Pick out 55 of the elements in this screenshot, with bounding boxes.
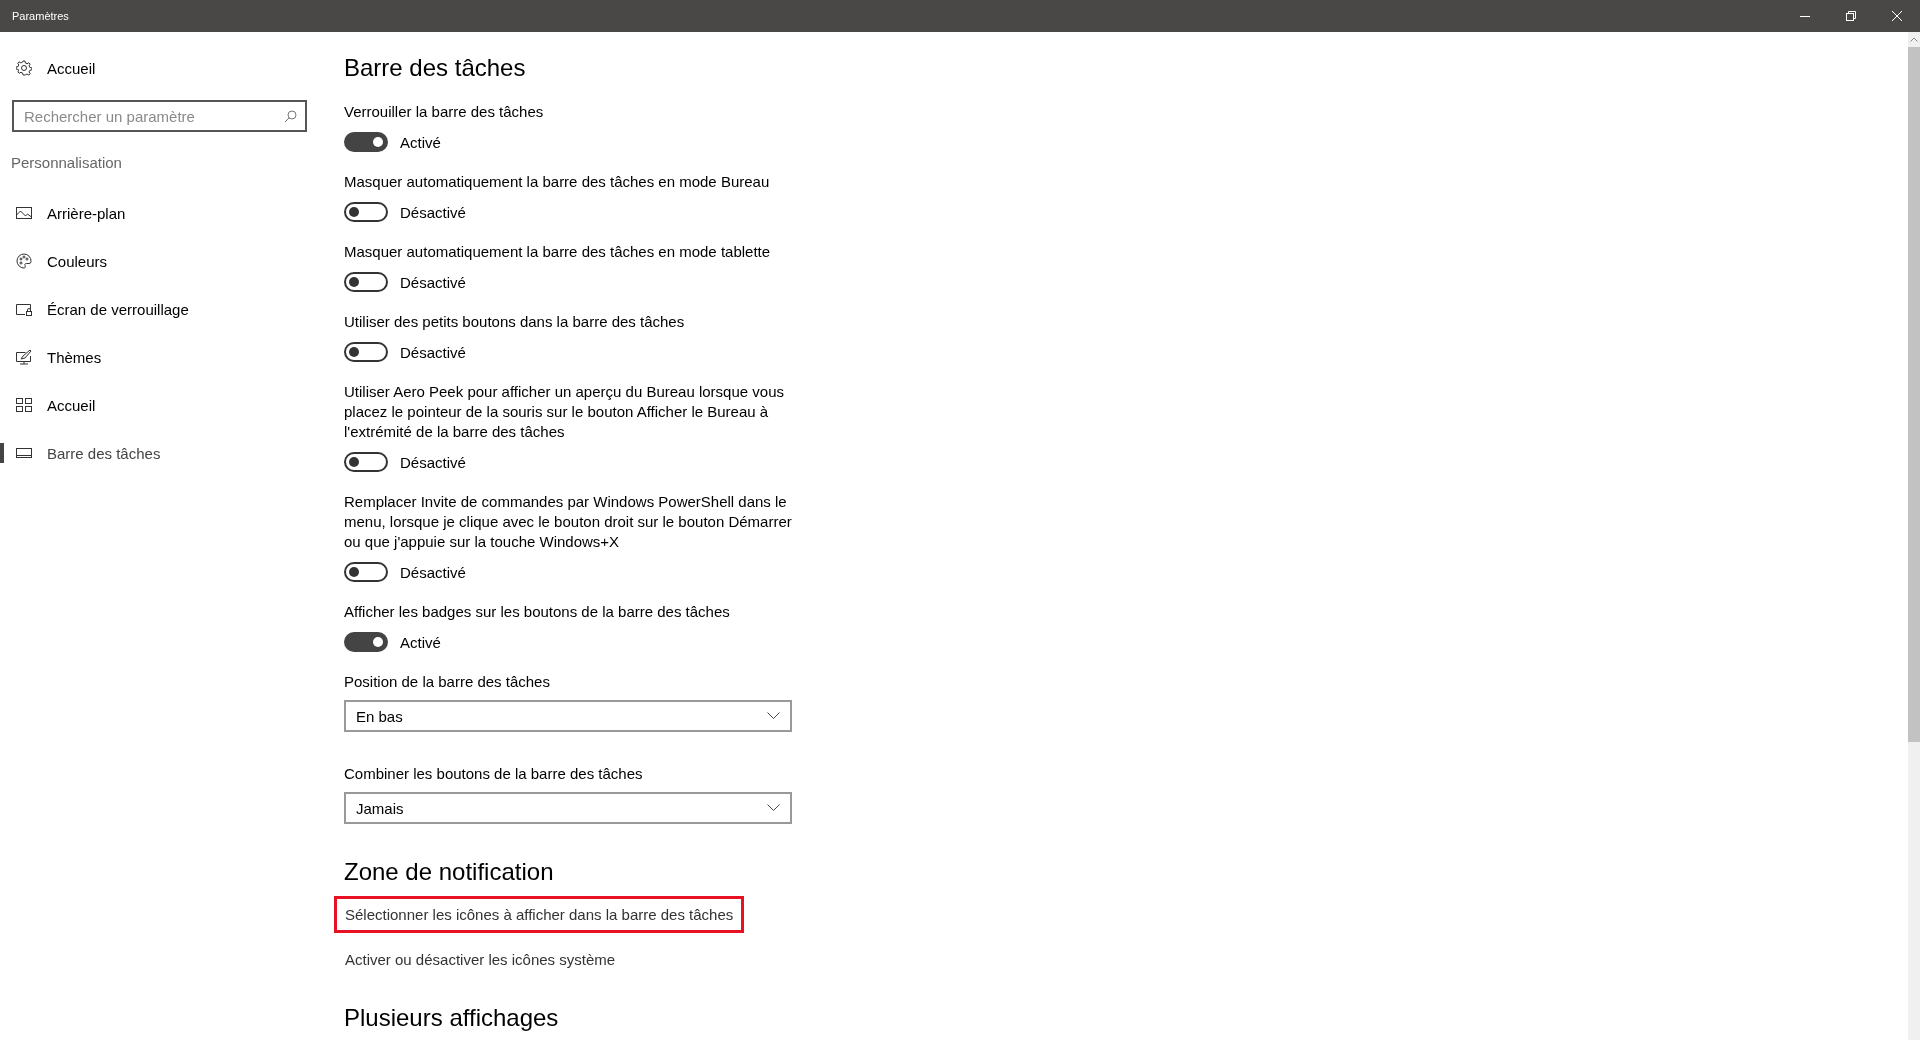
settings-link[interactable]: Activer ou désactiver les icônes système xyxy=(334,941,627,978)
sidebar-item[interactable]: Arrière-plan xyxy=(0,193,320,233)
picture-icon xyxy=(16,205,32,221)
window-title: Paramètres xyxy=(12,10,69,22)
toggle-switch[interactable] xyxy=(344,272,388,292)
toggle-state: Désactivé xyxy=(400,273,466,291)
taskbar-icon xyxy=(16,445,32,461)
sidebar-item[interactable]: Accueil xyxy=(0,385,320,425)
section-heading: Personnalisation xyxy=(11,154,123,173)
toggle-state: Activé xyxy=(400,133,441,151)
sidebar-item[interactable]: Thèmes xyxy=(0,337,320,377)
section-title: Zone de notification xyxy=(344,857,555,887)
sidebar-item[interactable]: Écran de verrouillage xyxy=(0,289,320,329)
settings-icon xyxy=(16,60,32,76)
restore-icon xyxy=(1845,10,1857,22)
start-tiles-icon xyxy=(16,397,32,413)
sidebar-item[interactable]: Barre des tâches xyxy=(0,433,320,473)
toggle-switch[interactable] xyxy=(344,342,388,362)
setting-label: Masquer automatiquement la barre des tâches en mode tablette xyxy=(344,242,772,262)
themes-icon xyxy=(16,349,32,365)
search-icon xyxy=(284,110,297,123)
toggle-state: Désactivé xyxy=(400,203,466,221)
toggle-switch[interactable] xyxy=(344,562,388,582)
toggle-state: Activé xyxy=(400,633,441,651)
setting-label: Afficher les badges sur les boutons de la barre des tâches xyxy=(344,602,731,622)
close-icon xyxy=(1891,10,1903,22)
lock-screen-icon xyxy=(16,301,32,317)
toggle-state: Désactivé xyxy=(400,343,466,361)
dropdown[interactable]: En bas xyxy=(344,700,792,732)
scrollbar[interactable] xyxy=(1908,32,1920,1040)
toggle-state: Désactivé xyxy=(400,563,466,581)
toggle-switch[interactable] xyxy=(344,632,388,652)
toggle-switch[interactable] xyxy=(344,132,388,152)
page-title: Barre des tâches xyxy=(344,53,527,83)
setting-label: Utiliser Aero Peek pour afficher un aperçu du Bureau lorsque vous placez le pointeur de la souris sur le bouton Afficher le Bureau à l'extrémité de la barre des tâches xyxy=(344,382,785,442)
setting-label: Remplacer Invite de commandes par Windows PowerShell dans le menu, lorsque je clique avec le bouton droit sur le bouton Démarrer ou que j'appuie sur la touche Windows+X xyxy=(344,492,793,552)
setting-label: Utiliser des petits boutons dans la barre des tâches xyxy=(344,312,686,332)
search-field[interactable]: Rechercher un paramètre xyxy=(12,100,307,132)
scroll-up-icon xyxy=(1910,37,1918,42)
dropdown-label: Combiner les boutons de la barre des tâches xyxy=(344,764,644,784)
toggle-state: Désactivé xyxy=(400,453,466,471)
settings-link[interactable]: Sélectionner les icônes à afficher dans la barre des tâches xyxy=(334,896,745,933)
setting-label: Masquer automatiquement la barre des tâches en mode Bureau xyxy=(344,172,771,192)
sidebar-item[interactable]: Couleurs xyxy=(0,241,320,281)
toggle-switch[interactable] xyxy=(344,452,388,472)
scrollbar-thumb[interactable] xyxy=(1908,47,1920,742)
chevron-down-icon xyxy=(767,712,780,720)
setting-label: Verrouiller la barre des tâches xyxy=(344,102,545,122)
dropdown[interactable]: Jamais xyxy=(344,792,792,824)
chevron-down-icon xyxy=(767,804,780,812)
dropdown-label: Position de la barre des tâches xyxy=(344,672,551,692)
toggle-switch[interactable] xyxy=(344,202,388,222)
section-title: Plusieurs affichages xyxy=(344,1003,560,1033)
palette-icon xyxy=(16,253,32,269)
home-nav-item[interactable]: Accueil xyxy=(0,48,320,88)
